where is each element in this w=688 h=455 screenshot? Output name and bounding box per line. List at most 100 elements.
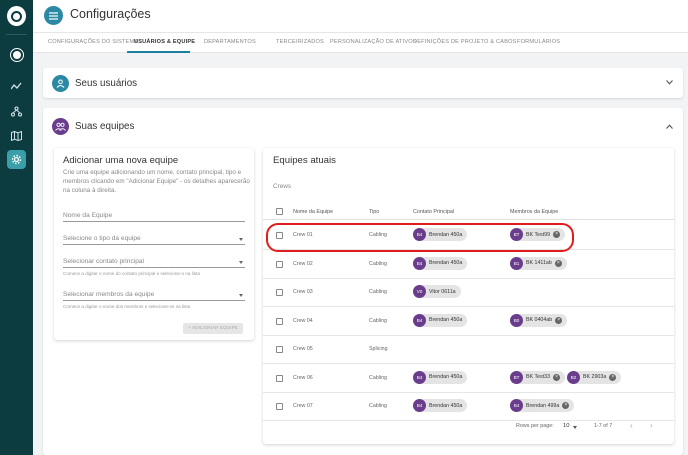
- dropdown-caret-icon: [239, 261, 243, 264]
- contact-chip[interactable]: B4 Brendan 450a: [413, 313, 468, 327]
- page-range: 1-7 of 7: [594, 423, 613, 429]
- member-chip[interactable]: B2 BK 2903a ×: [567, 370, 622, 384]
- table-row[interactable]: Crew 02 Cabling B4 Brendan 450a B1 BK 1411ab ×: [263, 250, 674, 279]
- dropdown-caret-icon: [239, 294, 243, 297]
- table-row[interactable]: Crew 06 Cabling B4 Brendan 450a BT BK Test33 ×…: [263, 364, 674, 393]
- remove-chip-icon[interactable]: ×: [555, 316, 563, 324]
- app-logo[interactable]: [7, 6, 26, 26]
- avatar: B4: [413, 370, 426, 384]
- team-type-select[interactable]: Selecione o tipo da equipe: [63, 233, 245, 245]
- chip-label: BK 1411ab: [526, 260, 552, 266]
- remove-chip-icon[interactable]: ×: [562, 402, 570, 409]
- chevron-down-icon[interactable]: [666, 80, 673, 85]
- previous-page-icon[interactable]: ‹: [630, 421, 633, 430]
- main-contact-select[interactable]: Selecionar contato principal: [63, 256, 245, 268]
- chip-label: Brendan 450a: [429, 402, 463, 409]
- main-contact-placeholder: Selecionar contato principal: [63, 258, 145, 265]
- active-tab-indicator: [127, 51, 190, 53]
- table-header: Nome da Equipe Tipo Contato Principal Me…: [263, 204, 674, 220]
- rows-per-page-caret-icon[interactable]: [573, 426, 577, 429]
- tab-contractors[interactable]: TERCEIRIZADOS: [276, 39, 324, 45]
- select-all-checkbox[interactable]: [276, 208, 283, 215]
- sidebar-item-settings[interactable]: [7, 150, 26, 169]
- col-main-contact[interactable]: Contato Principal: [413, 209, 454, 215]
- team-type-placeholder: Selecione o tipo da equipe: [63, 235, 141, 242]
- add-team-button[interactable]: + ADICIONAR EQUIPE: [183, 323, 243, 334]
- remove-chip-icon[interactable]: ×: [553, 373, 561, 381]
- map-icon: [11, 130, 22, 141]
- chip-label: BK 2903a: [583, 374, 607, 380]
- member-chip[interactable]: BT BK Test33 ×: [510, 370, 566, 384]
- remove-chip-icon[interactable]: ×: [554, 259, 562, 267]
- table-row[interactable]: Crew 04 Cabling B4 Brendan 450a B0 BK 0404ab ×: [263, 307, 674, 336]
- menu-list-icon[interactable]: [44, 6, 63, 25]
- tab-asset-customization[interactable]: PERSONALIZAÇÃO DE ATIVOS: [330, 39, 417, 45]
- team-name-cell: Crew 06: [293, 374, 313, 381]
- row-checkbox[interactable]: [276, 317, 283, 325]
- new-team-description: Crie uma equipe adicionando um nome, con…: [63, 169, 250, 194]
- users-panel-title: Seus usuários: [75, 78, 138, 89]
- next-page-icon[interactable]: ›: [650, 421, 653, 430]
- team-name-cell: Crew 03: [293, 289, 313, 295]
- sidebar-item-analytics[interactable]: [7, 77, 26, 96]
- row-checkbox[interactable]: [276, 374, 283, 382]
- avatar: B4: [413, 313, 426, 327]
- avatar: B4: [413, 256, 426, 270]
- tab-system-settings[interactable]: CONFIGURAÇÕES DO SISTEMA: [48, 39, 138, 45]
- sidebar-item-network[interactable]: [7, 102, 26, 121]
- contact-chip[interactable]: B4 Brendan 450a: [413, 256, 468, 270]
- row-checkbox[interactable]: [276, 260, 283, 268]
- team-type-cell: Splicing: [369, 346, 388, 352]
- sidebar-item-profile[interactable]: [7, 45, 26, 64]
- table-row[interactable]: Crew 07 Cabling B4 Brendan 450a B4 Brendan 49…: [263, 392, 674, 421]
- rows-per-page-select[interactable]: 10: [563, 423, 569, 429]
- row-checkbox[interactable]: [276, 403, 283, 410]
- col-team-name[interactable]: Nome da Equipe: [293, 209, 333, 215]
- table-pagination: Rows per page: 10 1-7 of 7 ‹ ›: [263, 420, 674, 434]
- avatar: B2: [567, 370, 580, 384]
- tab-forms[interactable]: FORMULÁRIOS: [517, 39, 560, 45]
- sidebar-divider: [6, 34, 27, 35]
- new-team-card: Adicionar uma nova equipe Crie uma equip…: [54, 148, 254, 340]
- team-icon: [52, 118, 69, 135]
- current-teams-card: Equipes atuais Crews Nome da Equipe Tipo…: [263, 148, 674, 444]
- main-contact-hint: Comece a digitar o nome do contato princ…: [63, 271, 200, 276]
- member-chip[interactable]: B4 Brendan 499a ×: [510, 399, 575, 412]
- current-teams-title: Equipes atuais: [273, 155, 336, 166]
- team-type-cell: Cabling: [369, 289, 387, 295]
- team-name-field[interactable]: Nome da Equipe: [63, 210, 245, 222]
- tab-users-team[interactable]: USUÁRIOS & EQUIPE: [134, 39, 195, 45]
- users-panel[interactable]: Seus usuários: [43, 68, 683, 98]
- member-chip[interactable]: B0 BK 0404ab ×: [510, 313, 568, 327]
- member-chip[interactable]: B1 BK 1411ab ×: [510, 256, 567, 270]
- team-type-cell: Cabling: [369, 260, 387, 267]
- remove-chip-icon[interactable]: ×: [609, 373, 617, 381]
- team-members-hint: Comece a digitar o nome dos membros e se…: [63, 304, 191, 309]
- rows-per-page-label: Rows per page:: [516, 423, 554, 429]
- team-name-cell: Crew 02: [293, 260, 313, 267]
- team-members-select[interactable]: Selecionar membros da equipe: [63, 289, 245, 301]
- chevron-up-icon[interactable]: [666, 124, 673, 129]
- row-checkbox[interactable]: [276, 289, 283, 296]
- contact-chip[interactable]: B4 Brendan 450a: [413, 399, 468, 412]
- table-row[interactable]: Crew 03 Cabling V0 Vitor 0611a: [263, 278, 674, 307]
- chip-label: Brendan 450a: [429, 374, 463, 380]
- trend-line-icon: [11, 82, 22, 90]
- chip-label: Brendan 450a: [429, 317, 463, 323]
- table-row[interactable]: Crew 05 Splicing: [263, 335, 674, 364]
- tab-departments[interactable]: DEPARTAMENTOS: [204, 39, 256, 45]
- contact-chip[interactable]: B4 Brendan 450a: [413, 370, 468, 384]
- team-name-cell: Crew 05: [293, 346, 313, 352]
- chip-label: Brendan 450a: [429, 260, 463, 266]
- sidebar-item-map[interactable]: [7, 126, 26, 145]
- chip-label: BK 0404ab: [526, 317, 553, 323]
- network-icon: [11, 106, 22, 117]
- tab-project-cable-definitions[interactable]: DEFINIÇÕES DE PROJETO & CABOS: [413, 39, 517, 45]
- team-name-cell: Crew 07: [293, 403, 313, 409]
- col-type[interactable]: Tipo: [369, 209, 379, 215]
- col-team-members[interactable]: Membros da Equipe: [510, 209, 558, 215]
- sidebar: [0, 0, 33, 455]
- contact-chip[interactable]: V0 Vitor 0611a: [413, 285, 461, 298]
- avatar: B1: [510, 256, 523, 270]
- row-checkbox[interactable]: [276, 346, 283, 353]
